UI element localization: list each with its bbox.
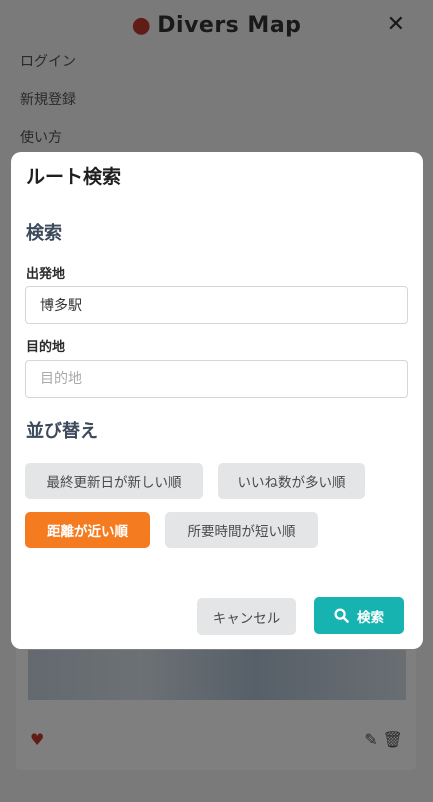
search-button-label: 検索 bbox=[357, 609, 384, 626]
sort-option-shortest-duration[interactable]: 所要時間が短い順 bbox=[165, 512, 318, 548]
modal-title: ルート検索 bbox=[26, 166, 122, 188]
origin-input[interactable] bbox=[25, 286, 408, 324]
sort-option-recent-update[interactable]: 最終更新日が新しい順 bbox=[25, 463, 203, 499]
search-button[interactable]: 検索 bbox=[314, 597, 404, 634]
route-search-modal: ルート検索 検索 出発地 目的地 並び替え 最終更新日が新しい順 いいね数が多い… bbox=[11, 152, 423, 649]
origin-label: 出発地 bbox=[26, 267, 66, 282]
cancel-button[interactable]: キャンセル bbox=[197, 598, 296, 635]
sort-option-nearest[interactable]: 距離が近い順 bbox=[25, 512, 150, 548]
destination-label: 目的地 bbox=[26, 340, 66, 355]
destination-input[interactable] bbox=[25, 360, 408, 398]
sort-option-most-likes[interactable]: いいね数が多い順 bbox=[218, 463, 365, 499]
search-icon bbox=[334, 608, 349, 623]
search-section-title: 検索 bbox=[26, 223, 62, 244]
sort-section-title: 並び替え bbox=[26, 421, 98, 442]
